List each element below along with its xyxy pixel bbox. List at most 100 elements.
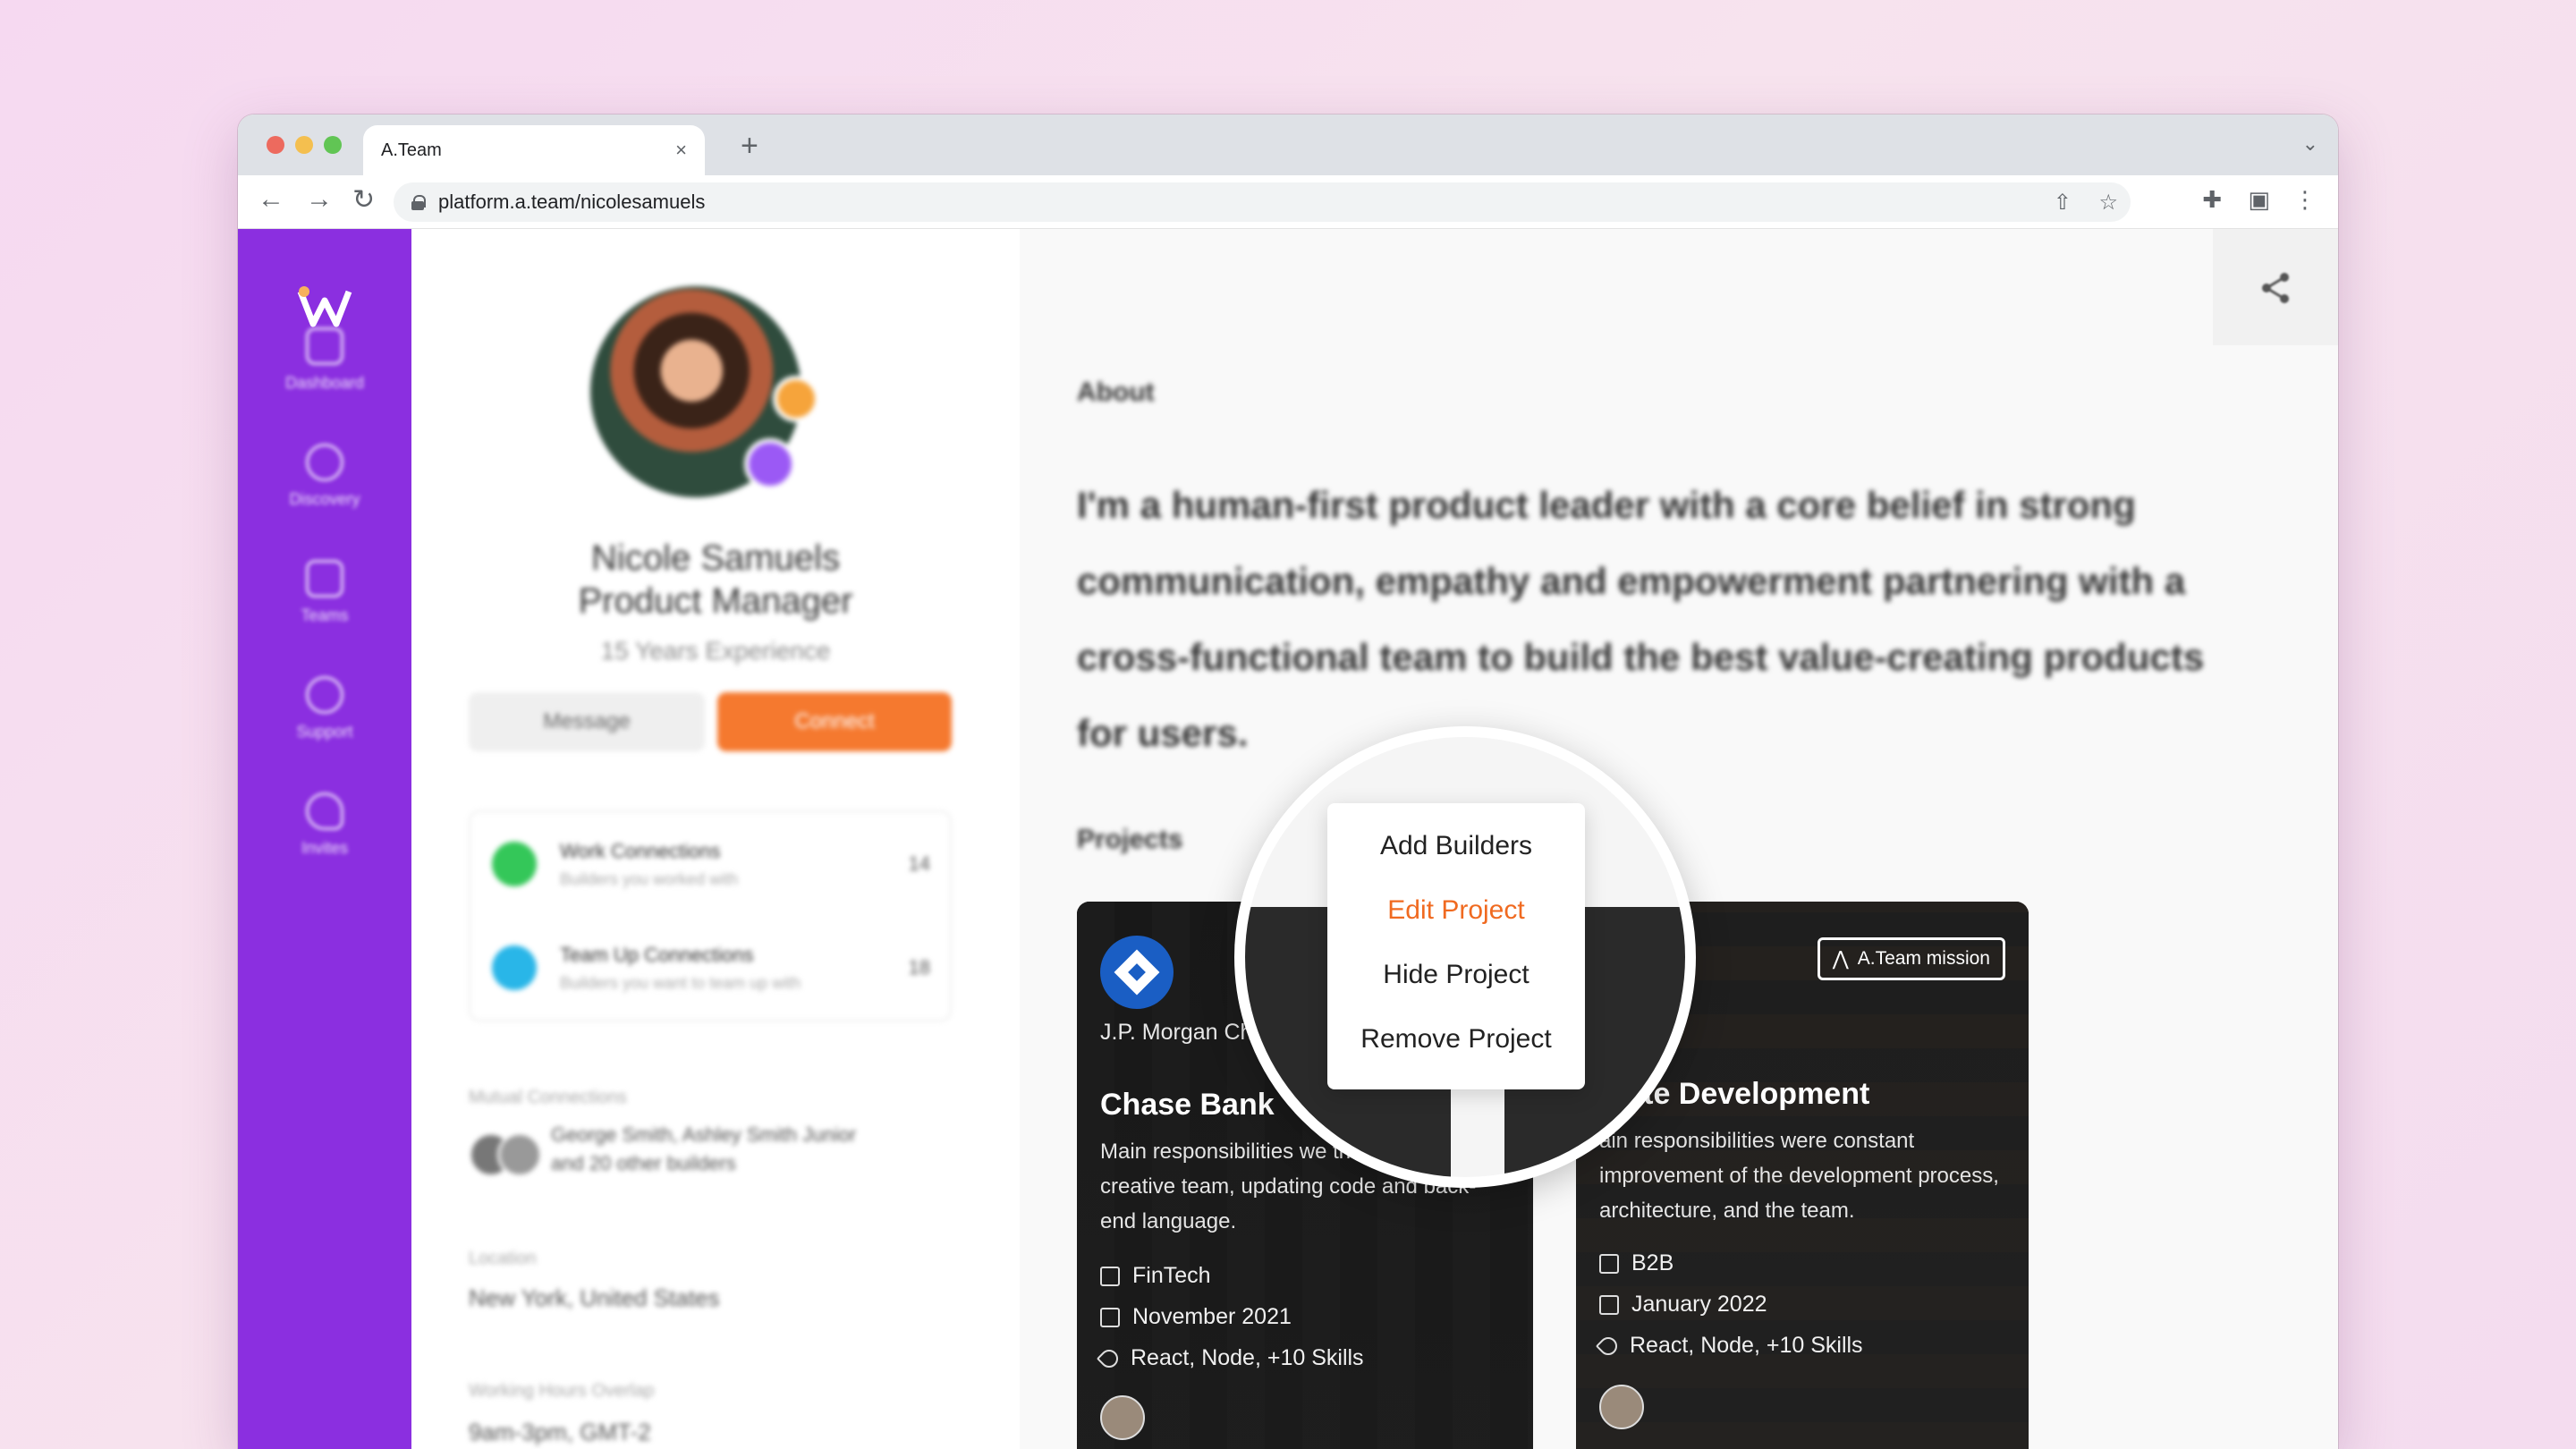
- avatar: [1599, 1385, 1644, 1429]
- location-label: Location: [469, 1249, 537, 1268]
- working-hours-value: 9am-3pm, GMT-2: [469, 1419, 651, 1445]
- date-text: November 2021: [1132, 1304, 1292, 1329]
- close-window-button[interactable]: [267, 136, 284, 154]
- back-icon[interactable]: ←: [258, 184, 284, 215]
- industry-text: FinTech: [1132, 1263, 1211, 1288]
- menu-item-add-builders[interactable]: Add Builders: [1327, 814, 1585, 878]
- connection-title: Work Connections: [560, 839, 721, 862]
- sidebar-item-label: Support: [296, 723, 353, 741]
- close-tab-icon[interactable]: ×: [675, 139, 687, 162]
- connection-subtitle: Builders you worked with: [560, 869, 739, 888]
- share-page-icon[interactable]: ⇧: [2054, 190, 2072, 216]
- projects-title: Projects: [1077, 825, 1183, 854]
- lock-icon[interactable]: [411, 195, 426, 210]
- address-bar[interactable]: platform.a.team/nicolesamuels ⇧ ☆: [394, 182, 2131, 222]
- dashboard-icon: [306, 327, 343, 365]
- side-panel-icon[interactable]: ▣: [2248, 186, 2270, 214]
- share-button[interactable]: [2213, 229, 2338, 345]
- project-industry: B2B: [1599, 1250, 1674, 1276]
- project-date: January 2022: [1599, 1292, 1767, 1318]
- profile-experience: 15 Years Experience: [600, 637, 831, 665]
- tab-search-icon[interactable]: ⌄: [2302, 132, 2318, 156]
- profile-name: Nicole Samuels: [591, 538, 840, 578]
- connect-button[interactable]: Connect: [717, 692, 952, 751]
- tab-strip: A.Team × + ⌄: [238, 114, 2338, 175]
- menu-item-hide-project[interactable]: Hide Project: [1327, 943, 1585, 1007]
- reload-icon[interactable]: ↻: [352, 184, 375, 216]
- menu-item-edit-project[interactable]: Edit Project: [1327, 878, 1585, 943]
- avatar: [1100, 1395, 1145, 1440]
- sidebar-item-invites[interactable]: Invites: [238, 792, 411, 858]
- project-context-menu: Add Builders Edit Project Hide Project R…: [1327, 803, 1585, 1089]
- mutual-connections-more[interactable]: and 20 other builders: [551, 1152, 736, 1175]
- mission-badge-text: A.Team mission: [1857, 948, 1990, 969]
- mutual-connections-label: Mutual Connections: [469, 1088, 627, 1107]
- minimize-window-button[interactable]: [295, 136, 313, 154]
- main-content: About I'm a human-first product leader w…: [1020, 229, 2338, 1449]
- bookmark-star-icon[interactable]: ☆: [2098, 190, 2118, 216]
- sidebar-item-teams[interactable]: Teams: [238, 560, 411, 625]
- compass-icon: [306, 444, 343, 481]
- maximize-window-button[interactable]: [324, 136, 342, 154]
- project-industry: FinTech: [1100, 1263, 1211, 1289]
- profile-panel: Nicole Samuels Product Manager 15 Years …: [411, 229, 1020, 1449]
- work-connections-row[interactable]: Work Connections Builders you worked wit…: [492, 828, 930, 900]
- working-hours-label: Working Hours Overlap: [469, 1381, 655, 1401]
- connection-count: 18: [908, 956, 930, 979]
- sidebar-item-label: Discovery: [289, 490, 360, 508]
- sidebar-item-label: Teams: [301, 606, 349, 624]
- message-button[interactable]: Message: [469, 692, 705, 751]
- date-text: January 2022: [1631, 1292, 1767, 1317]
- browser-menu-icon[interactable]: ⋮: [2293, 186, 2317, 214]
- connections-card: Work Connections Builders you worked wit…: [469, 810, 952, 1021]
- star-badge-icon: [773, 376, 819, 422]
- chase-logo-icon: [1100, 936, 1174, 1009]
- tag-icon: [1096, 1345, 1123, 1371]
- about-title: About: [1077, 377, 1155, 407]
- calendar-icon: [1599, 1294, 1619, 1315]
- avatar: [497, 1132, 542, 1177]
- project-skills: React, Node, +10 Skills: [1595, 1333, 1863, 1359]
- url-text[interactable]: platform.a.team/nicolesamuels: [438, 191, 705, 214]
- menu-item-remove-project[interactable]: Remove Project: [1327, 1007, 1585, 1072]
- building-icon: [1599, 1253, 1619, 1274]
- sidebar-item-discovery[interactable]: Discovery: [238, 444, 411, 509]
- calendar-icon: [1100, 1307, 1120, 1327]
- sidebar-item-dashboard[interactable]: Dashboard: [238, 327, 411, 393]
- tag-icon: [1595, 1333, 1622, 1359]
- key-icon: [306, 792, 343, 830]
- app-sidebar: Dashboard Discovery Teams Support Invite…: [238, 229, 411, 1449]
- work-connections-icon: [492, 842, 537, 886]
- sidebar-item-label: Invites: [301, 839, 349, 857]
- skills-text: React, Node, +10 Skills: [1630, 1333, 1863, 1358]
- browser-toolbar: ← → ↻ platform.a.team/nicolesamuels ⇧ ☆ …: [238, 175, 2338, 229]
- connection-count: 14: [908, 852, 930, 875]
- browser-tab[interactable]: A.Team ×: [363, 125, 705, 175]
- ateam-mission-badge: ⋀ A.Team mission: [1817, 937, 2005, 980]
- connection-subtitle: Builders you want to team up with: [560, 973, 801, 992]
- industry-text: B2B: [1631, 1250, 1674, 1275]
- ateam-logo-icon[interactable]: [295, 283, 354, 331]
- team-up-connections-row[interactable]: Team Up Connections Builders you want to…: [492, 932, 930, 1004]
- location-value: New York, United States: [469, 1284, 720, 1311]
- share-icon: [2262, 273, 2289, 303]
- profile-role: Product Manager: [578, 581, 853, 621]
- ateam-logo-icon: ⋀: [1832, 947, 1849, 970]
- project-company: J.P. Morgan Ch: [1100, 1020, 1253, 1045]
- extensions-icon[interactable]: ✚: [2202, 186, 2222, 214]
- ateam-badge-icon: [744, 438, 796, 490]
- about-text: I'm a human-first product leader with a …: [1077, 484, 2205, 754]
- skills-text: React, Node, +10 Skills: [1131, 1345, 1364, 1370]
- browser-window: A.Team × + ⌄ ← → ↻ platform.a.team/nicol…: [238, 114, 2338, 1449]
- project-date: November 2021: [1100, 1304, 1292, 1330]
- project-skills: React, Node, +10 Skills: [1096, 1345, 1364, 1371]
- forward-icon[interactable]: →: [306, 184, 333, 215]
- tab-title: A.Team: [381, 140, 442, 160]
- connection-title: Team Up Connections: [560, 943, 754, 966]
- sidebar-item-support[interactable]: Support: [238, 676, 411, 741]
- building-icon: [1100, 1266, 1120, 1286]
- support-icon: [306, 676, 343, 714]
- teams-icon: [306, 560, 343, 597]
- new-tab-button[interactable]: +: [741, 129, 758, 164]
- mutual-connections-names: George Smith, Ashley Smith Junior: [551, 1123, 857, 1146]
